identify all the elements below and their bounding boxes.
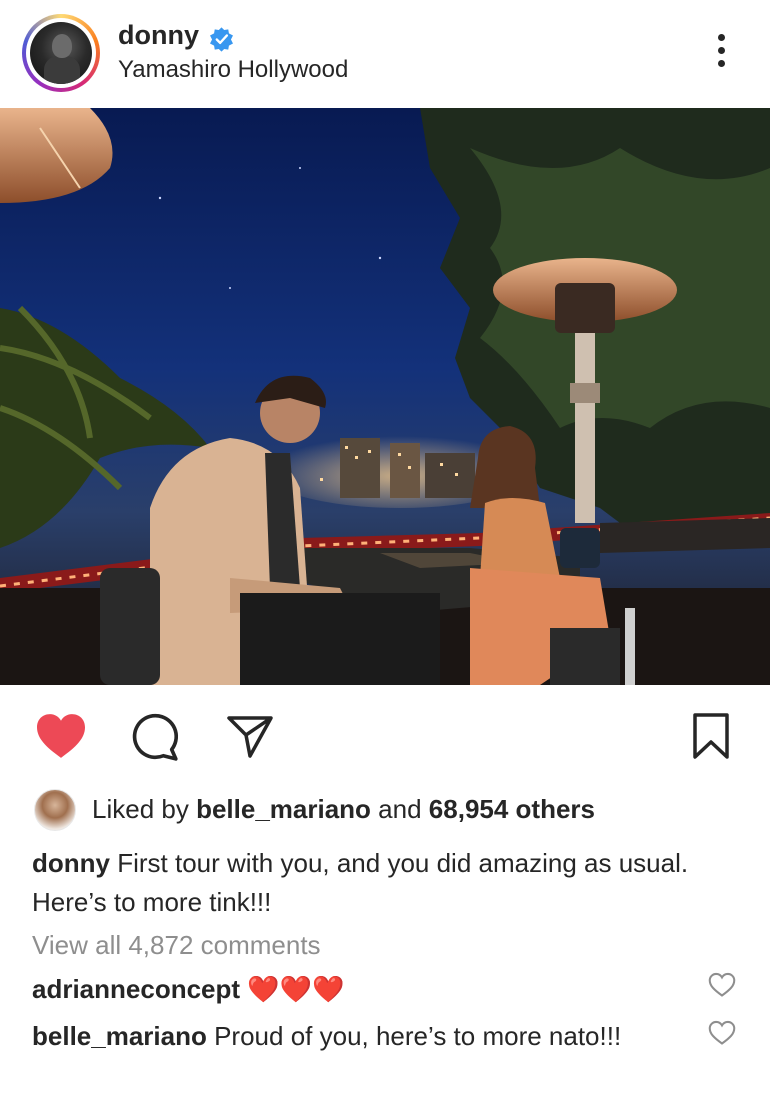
- comment-username[interactable]: belle_mariano: [32, 1021, 207, 1051]
- comment-like-heart-icon[interactable]: [708, 1020, 736, 1046]
- post-header: donny Yamashiro Hollywood: [0, 0, 770, 108]
- likes-summary[interactable]: Liked by belle_mariano and 68,954 others: [92, 794, 595, 825]
- view-all-comments-link[interactable]: View all 4,872 comments: [32, 930, 321, 961]
- comment-username[interactable]: adrianneconcept: [32, 974, 240, 1004]
- post-caption: donny First tour with you, and you did a…: [32, 844, 732, 922]
- profile-avatar[interactable]: [22, 14, 100, 92]
- comment-item: adrianneconcept ❤️❤️❤️: [32, 970, 692, 1009]
- like-heart-icon[interactable]: [34, 712, 88, 760]
- send-icon[interactable]: [226, 714, 274, 760]
- comment-item: belle_mariano Proud of you, here’s to mo…: [32, 1017, 692, 1056]
- comment-text: ❤️❤️❤️: [247, 974, 345, 1004]
- likes-count[interactable]: 68,954 others: [429, 794, 595, 824]
- post-username[interactable]: donny: [118, 20, 199, 51]
- comment-like-heart-icon[interactable]: [708, 972, 736, 998]
- comment-text: Proud of you, here’s to more nato!!!: [214, 1021, 622, 1051]
- caption-username[interactable]: donny: [32, 848, 110, 878]
- caption-text: First tour with you, and you did amazing…: [32, 848, 689, 917]
- post-actions: [0, 690, 770, 780]
- liker-avatar[interactable]: [34, 789, 76, 831]
- post-photo[interactable]: [0, 108, 770, 685]
- comment-icon[interactable]: [130, 712, 180, 762]
- verified-badge-icon: [210, 27, 233, 52]
- liker-username[interactable]: belle_mariano: [196, 794, 371, 824]
- bookmark-icon[interactable]: [690, 712, 732, 760]
- more-options-icon[interactable]: [706, 34, 736, 74]
- post-location[interactable]: Yamashiro Hollywood: [118, 56, 348, 84]
